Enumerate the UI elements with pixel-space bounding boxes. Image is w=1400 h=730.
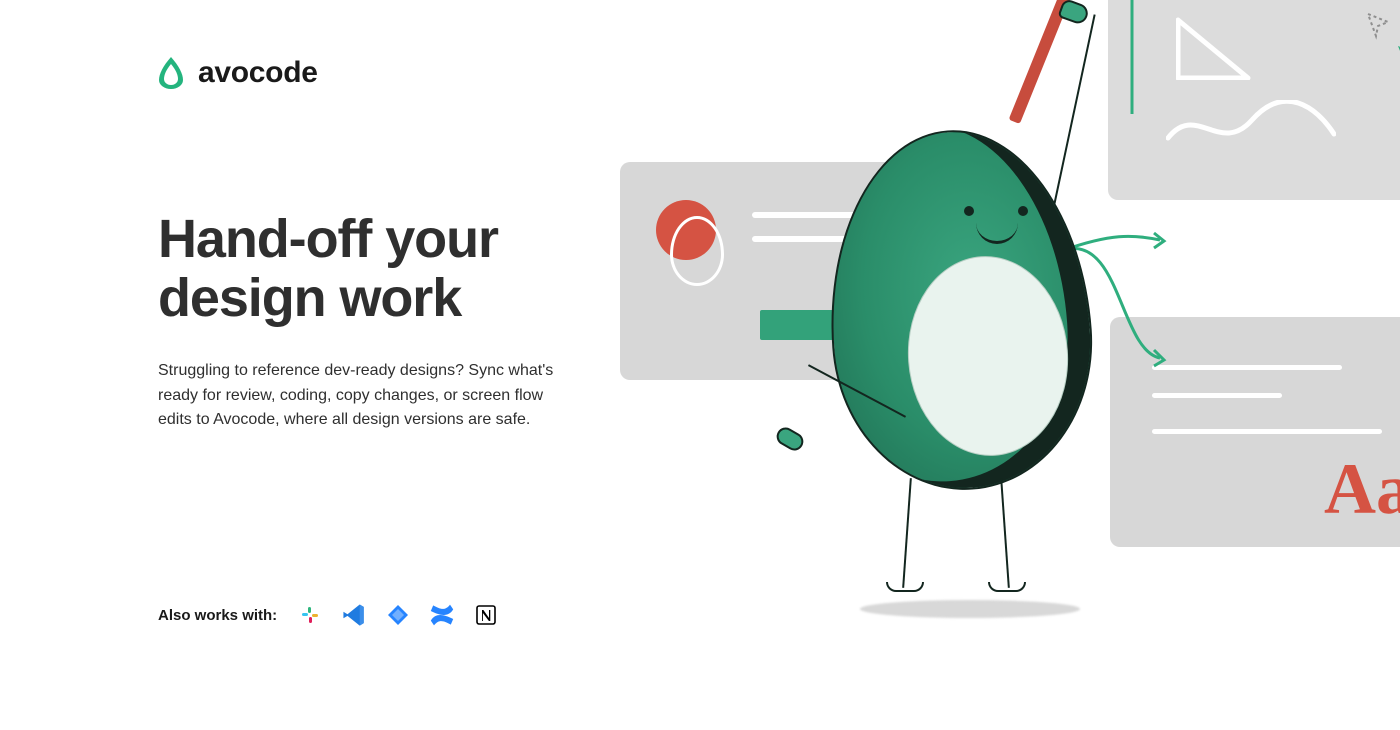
arrow-up-icon bbox=[1112, 0, 1152, 116]
brand-wordmark: avocode bbox=[198, 56, 318, 90]
confluence-icon[interactable] bbox=[427, 600, 457, 630]
integrations-row: Also works with: bbox=[158, 600, 501, 630]
hero-headline: Hand-off your design work bbox=[158, 210, 640, 329]
typography-sample: Aa bbox=[1324, 453, 1400, 525]
cursor-dashed-icon bbox=[1364, 10, 1396, 42]
avocado-character bbox=[820, 130, 1120, 600]
illustration-panel-typography: Aa bbox=[1110, 317, 1400, 547]
landing-hero: avocode Hand-off your design work Strugg… bbox=[0, 0, 1400, 700]
hero-subtext: Struggling to reference dev-ready design… bbox=[158, 359, 578, 433]
vscode-icon[interactable] bbox=[339, 600, 369, 630]
avocode-logo-icon bbox=[158, 56, 184, 90]
jira-icon[interactable] bbox=[383, 600, 413, 630]
hero-copy-column: avocode Hand-off your design work Strugg… bbox=[0, 0, 640, 700]
hero-illustration: Aa bbox=[620, 0, 1400, 730]
pencil-icon bbox=[1009, 0, 1084, 124]
illustration-panel-layout bbox=[620, 162, 910, 380]
integrations-label: Also works with: bbox=[158, 607, 277, 624]
cursor-solid-icon bbox=[1394, 42, 1400, 82]
slack-icon[interactable] bbox=[295, 600, 325, 630]
notion-icon[interactable] bbox=[471, 600, 501, 630]
brand-logo[interactable]: avocode bbox=[158, 56, 640, 90]
illustration-panel-shapes bbox=[1108, 0, 1400, 200]
